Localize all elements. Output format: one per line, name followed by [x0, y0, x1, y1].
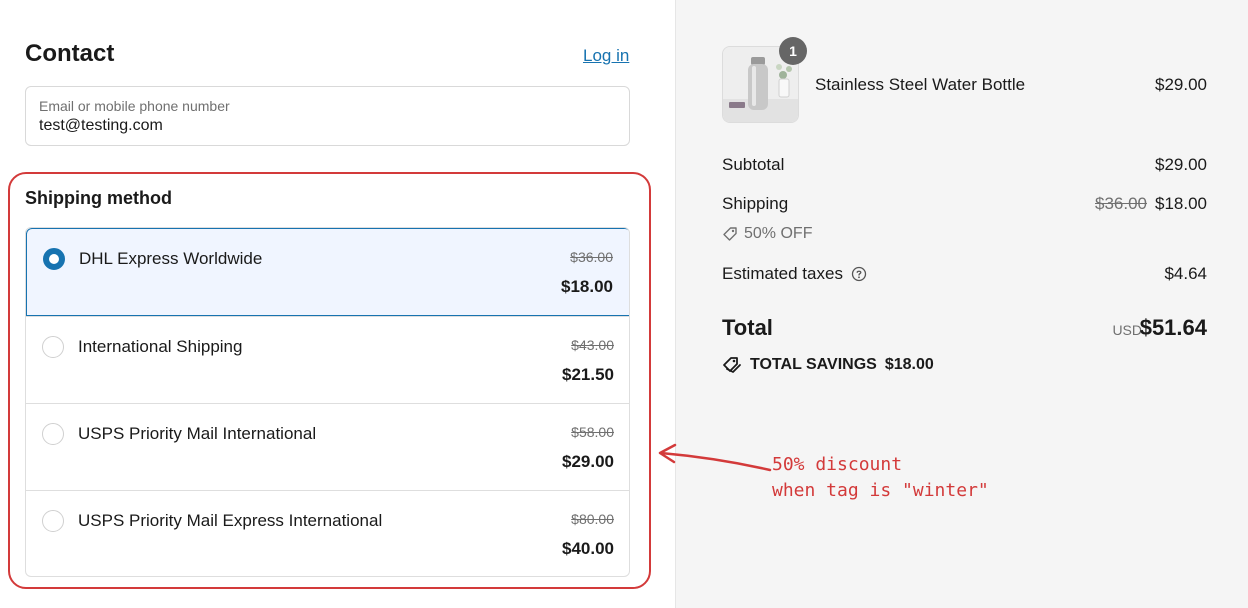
- radio-unselected-icon[interactable]: [42, 336, 64, 358]
- savings-label: TOTAL SAVINGS: [750, 356, 877, 373]
- product-name: Stainless Steel Water Bottle: [815, 75, 1026, 94]
- shipping-option-original-price: $43.00: [571, 337, 614, 353]
- shipping-option-price: $29.00: [562, 452, 614, 471]
- shipping-option-name: DHL Express Worldwide: [79, 249, 263, 268]
- annotation-line-2: when tag is "winter": [772, 480, 989, 501]
- email-field[interactable]: Email or mobile phone number: [25, 86, 630, 146]
- shipping-original-price: $36.00: [1095, 194, 1147, 213]
- shipping-discounted-price: $18.00: [1155, 194, 1207, 213]
- checkout-form-panel: Contact Log in Email or mobile phone num…: [0, 0, 675, 608]
- login-link[interactable]: Log in: [583, 46, 629, 66]
- taxes-value: $4.64: [1164, 264, 1207, 283]
- subtotal-value: $29.00: [1155, 155, 1207, 174]
- radio-unselected-icon[interactable]: [42, 510, 64, 532]
- savings-value: $18.00: [884, 356, 934, 373]
- radio-unselected-icon[interactable]: [42, 423, 64, 445]
- shipping-option-price: $18.00: [561, 277, 613, 296]
- shipping-option-price: $21.50: [562, 365, 614, 384]
- shipping-option-original-price: $36.00: [570, 249, 613, 265]
- tag-icon: [723, 227, 737, 241]
- product-price: $29.00: [1155, 75, 1207, 94]
- shipping-option-name: USPS Priority Mail Express International: [78, 511, 383, 530]
- taxes-label: Estimated taxes: [722, 264, 843, 283]
- subtotal-label: Subtotal: [722, 155, 785, 174]
- email-input[interactable]: [39, 117, 599, 135]
- shipping-option-original-price: $80.00: [571, 511, 614, 527]
- taxes-row-label: Estimated taxes: [722, 264, 867, 284]
- shipping-summary-label: Shipping: [722, 194, 789, 213]
- shipping-option-usps-priority[interactable]: USPS Priority Mail International $58.00 …: [26, 403, 629, 491]
- shipping-option-international[interactable]: International Shipping $43.00 $21.50: [26, 316, 629, 404]
- help-circle-icon[interactable]: [851, 266, 867, 282]
- quantity-badge: 1: [779, 37, 807, 65]
- annotation-line-1: 50% discount: [772, 454, 903, 475]
- discount-tag: 50% OFF: [722, 225, 812, 243]
- shipping-option-name: International Shipping: [78, 337, 243, 356]
- shipping-option-usps-express[interactable]: USPS Priority Mail Express International…: [26, 490, 629, 576]
- discount-label: 50% OFF: [744, 225, 813, 242]
- total-value: $51.64: [1139, 315, 1207, 340]
- shipping-option-dhl-express[interactable]: DHL Express Worldwide $36.00 $18.00: [26, 228, 629, 316]
- shipping-option-name: USPS Priority Mail International: [78, 424, 317, 443]
- shipping-method-heading: Shipping method: [25, 188, 172, 208]
- shipping-summary-value: $36.00 $18.00: [1095, 194, 1207, 214]
- total-currency: USD: [1112, 322, 1142, 338]
- email-field-label: Email or mobile phone number: [39, 98, 230, 114]
- radio-selected-icon[interactable]: [43, 248, 65, 270]
- contact-heading: Contact: [25, 40, 115, 67]
- shipping-options-list: DHL Express Worldwide $36.00 $18.00 Inte…: [25, 227, 630, 577]
- shipping-option-price: $40.00: [562, 539, 614, 558]
- shipping-option-original-price: $58.00: [571, 424, 614, 440]
- total-savings: TOTAL SAVINGS $18.00: [722, 356, 934, 374]
- savings-tag-icon: [723, 357, 741, 373]
- annotation-arrow-icon: [658, 443, 772, 472]
- annotation-note: 50% discount when tag is "winter": [772, 452, 989, 504]
- total-label: Total: [722, 315, 773, 340]
